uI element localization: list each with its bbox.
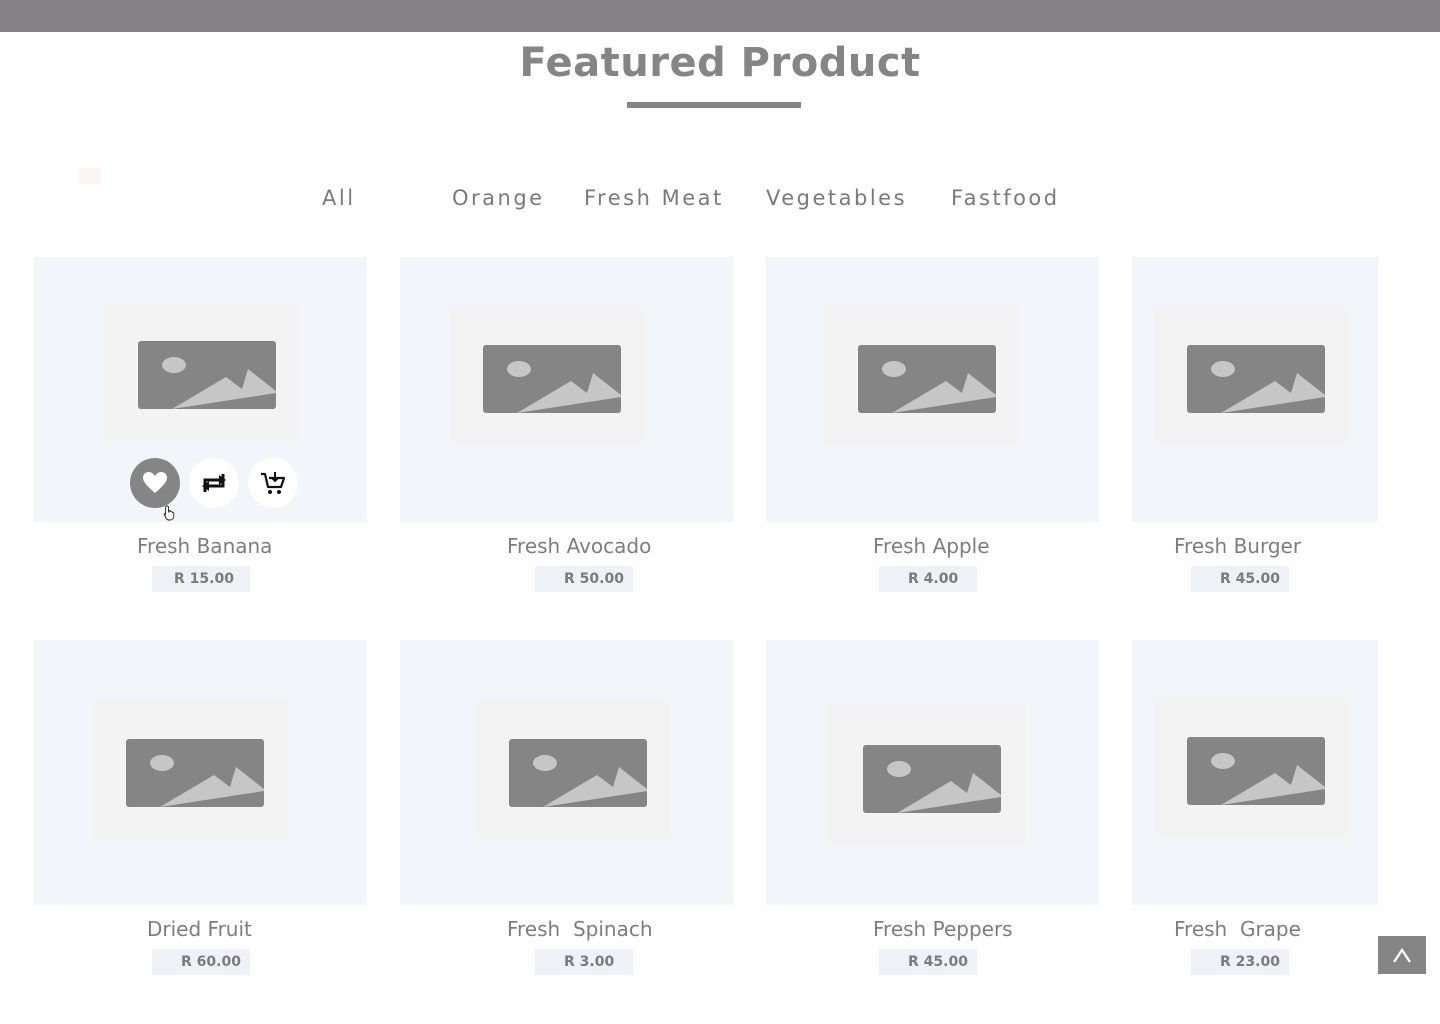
image-placeholder-icon <box>104 301 300 441</box>
product-price: R 15.00 <box>152 566 250 592</box>
image-placeholder-icon <box>829 705 1025 845</box>
product-name[interactable]: Fresh Apple <box>873 534 990 558</box>
product-name[interactable]: Fresh Banana <box>137 534 272 558</box>
product-name[interactable]: Fresh Burger <box>1174 534 1301 558</box>
top-bar <box>0 0 1440 32</box>
product-image-area[interactable] <box>34 257 367 522</box>
scroll-to-top-button[interactable] <box>1378 936 1426 974</box>
product-price: R 45.00 <box>1191 566 1289 592</box>
section-title: Featured Product <box>519 40 921 86</box>
product-price: R 4.00 <box>879 566 977 592</box>
filter-tab-all[interactable]: All <box>322 186 356 210</box>
image-placeholder-icon <box>92 699 288 839</box>
pointer-cursor-icon <box>163 505 177 525</box>
title-underline <box>627 102 801 108</box>
product-image-area[interactable] <box>400 640 733 905</box>
product-image-area[interactable] <box>766 257 1099 522</box>
product-name[interactable]: Fresh Grape <box>1174 917 1301 941</box>
product-name[interactable]: Fresh Spinach <box>507 917 653 941</box>
image-placeholder-icon <box>1153 305 1349 445</box>
image-placeholder-icon <box>824 305 1020 445</box>
product-name[interactable]: Fresh Peppers <box>873 917 1013 941</box>
product-image-area[interactable] <box>766 640 1099 905</box>
add-to-cart-icon <box>261 472 286 494</box>
product-price: R 50.00 <box>535 566 633 592</box>
chevron-up-icon <box>1393 947 1411 963</box>
product-image-area[interactable] <box>1132 640 1378 905</box>
filter-tab-orange[interactable]: Orange <box>452 186 545 210</box>
image-placeholder-icon <box>475 699 671 839</box>
product-price: R 45.00 <box>879 949 977 975</box>
decorative-chip <box>79 168 101 184</box>
product-price: R 3.00 <box>535 949 633 975</box>
add-to-cart-button[interactable] <box>248 458 298 508</box>
product-price: R 23.00 <box>1191 949 1289 975</box>
product-image-area[interactable] <box>34 640 367 905</box>
product-price: R 60.00 <box>152 949 250 975</box>
heart-icon <box>143 472 167 493</box>
product-name[interactable]: Dried Fruit <box>147 917 252 941</box>
image-placeholder-icon <box>1153 697 1349 837</box>
filter-tab-fastfood[interactable]: Fastfood <box>951 186 1060 210</box>
compare-button[interactable] <box>189 458 239 508</box>
image-placeholder-icon <box>449 305 645 445</box>
filter-tab-fresh-meat[interactable]: Fresh Meat <box>584 186 724 210</box>
product-image-area[interactable] <box>400 257 733 522</box>
product-name[interactable]: Fresh Avocado <box>507 534 651 558</box>
product-image-area[interactable] <box>1132 257 1378 522</box>
repeat-icon <box>202 474 226 492</box>
wishlist-button[interactable] <box>130 458 180 508</box>
filter-tab-vegetables[interactable]: Vegetables <box>766 186 907 210</box>
